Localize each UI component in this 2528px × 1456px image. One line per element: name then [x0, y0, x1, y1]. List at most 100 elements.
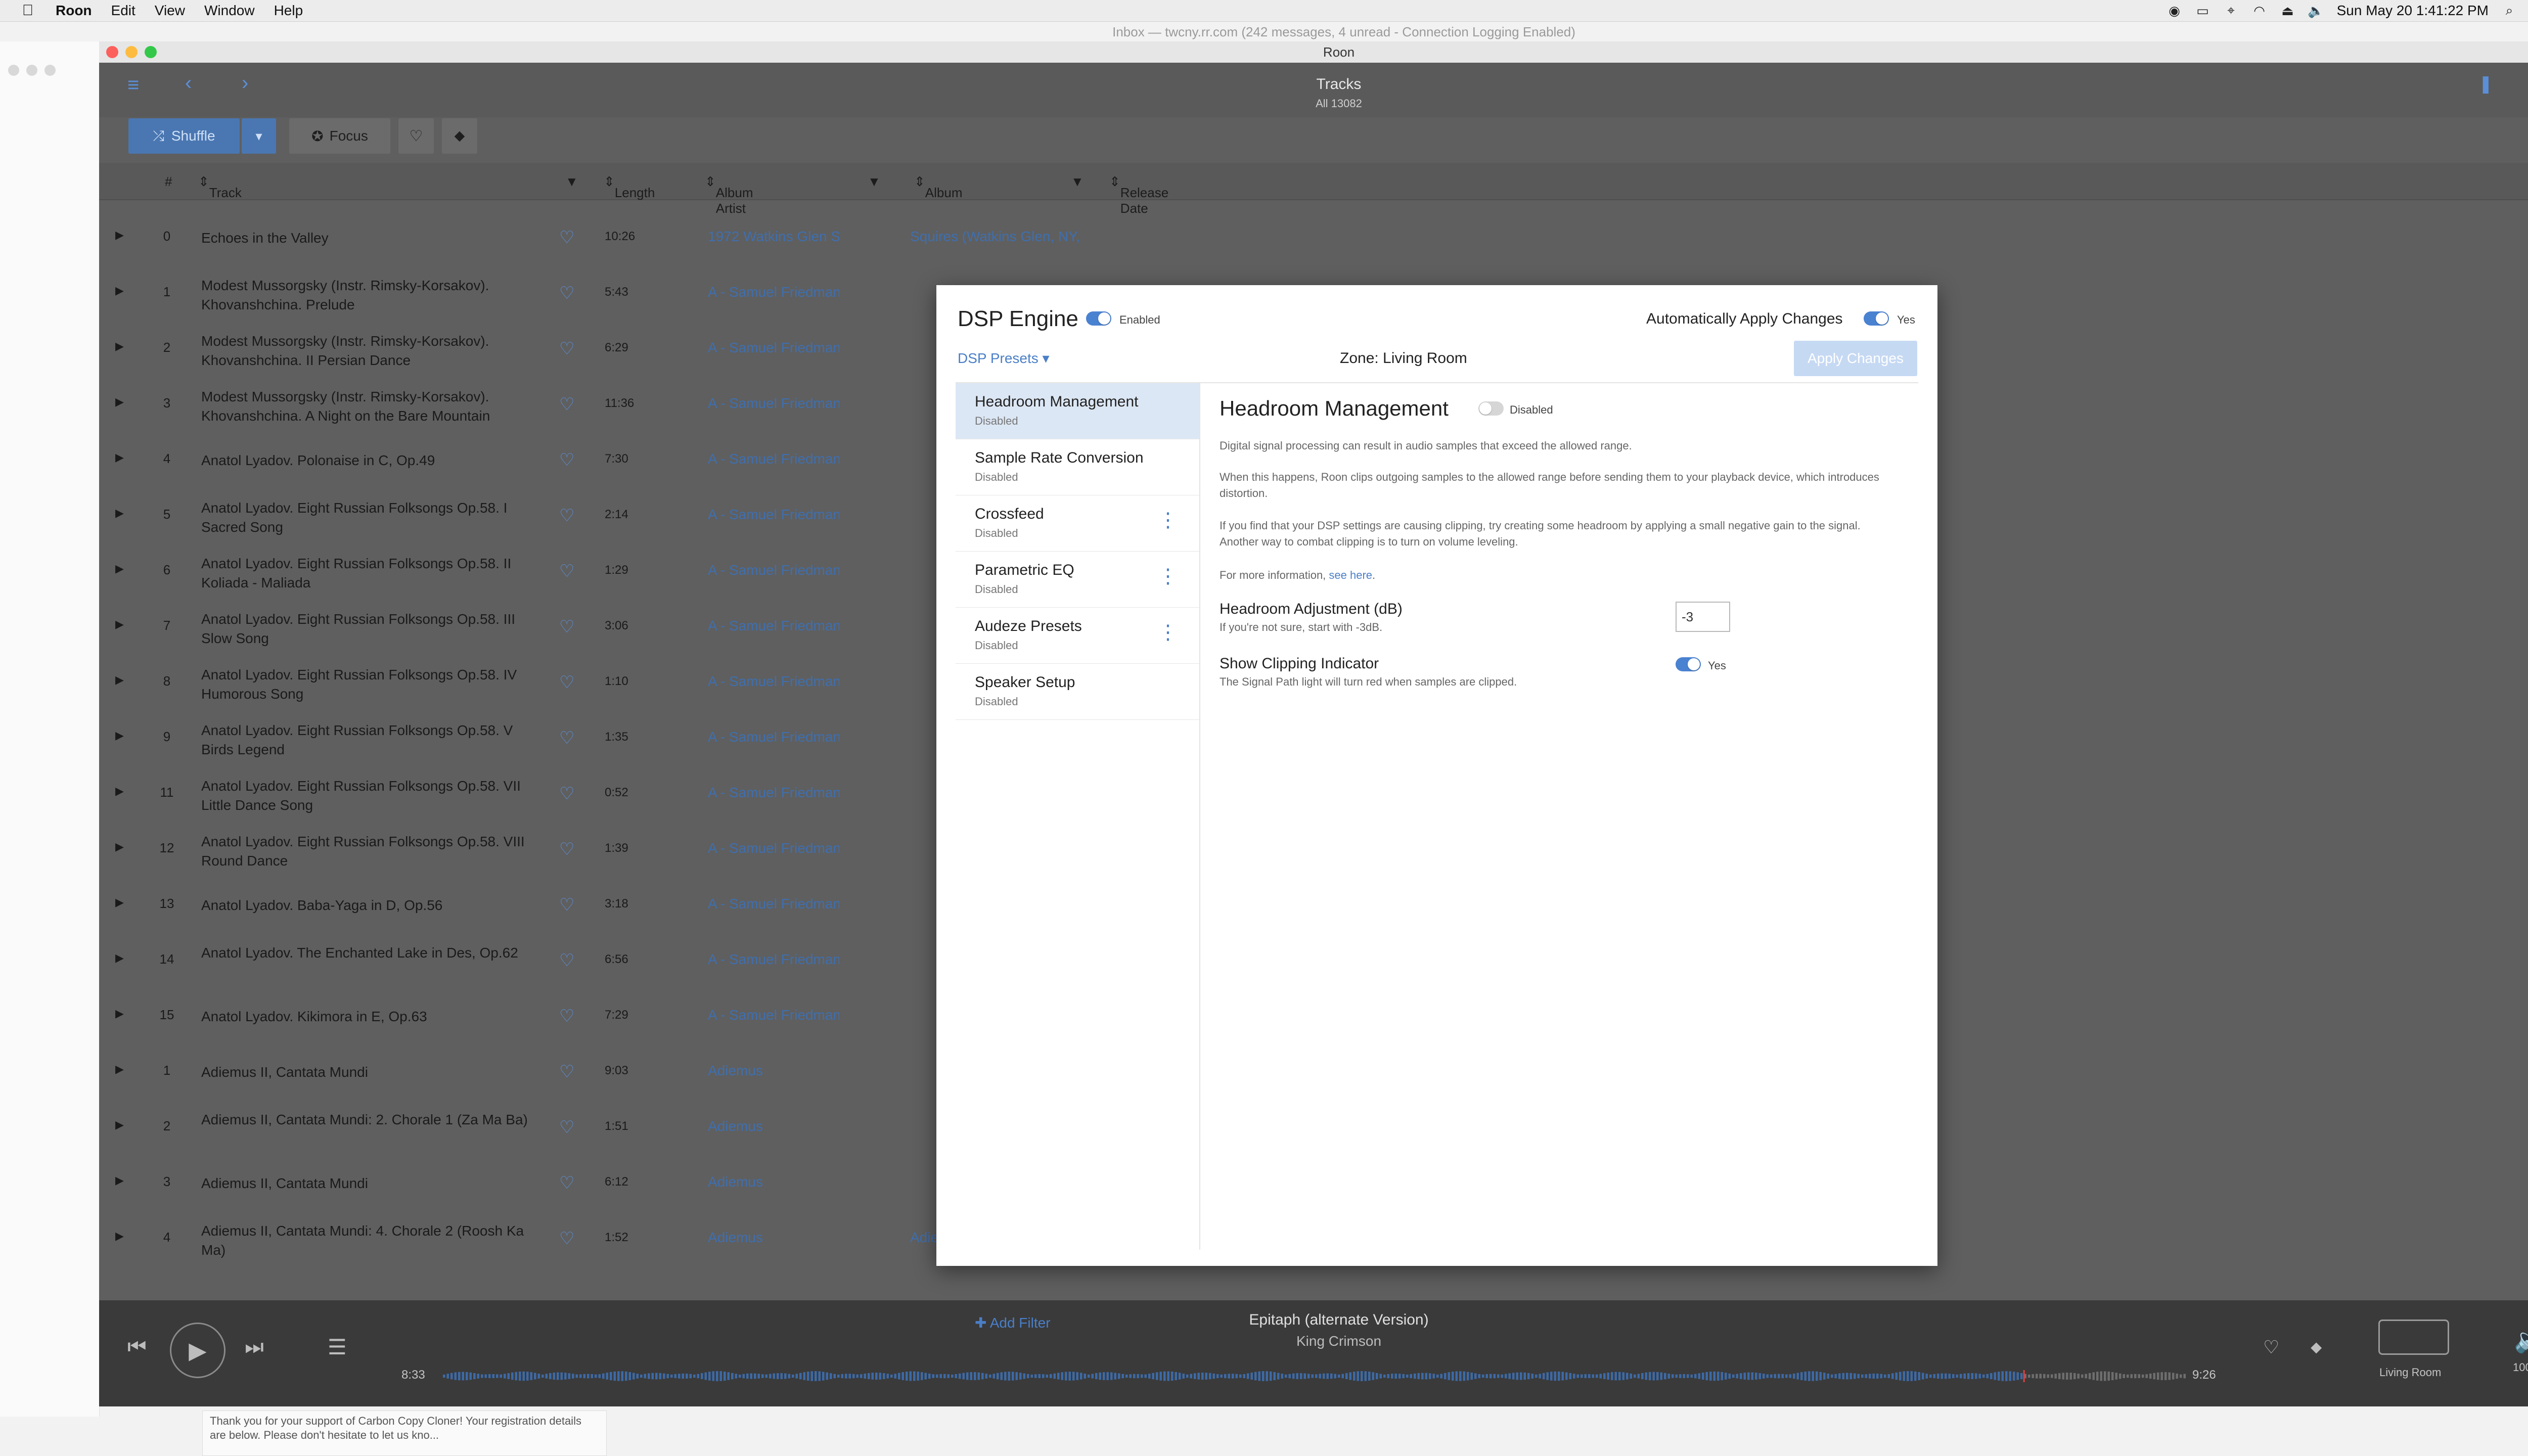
filter-item-sample-rate[interactable]: Sample Rate Conversion Disabled	[956, 439, 1199, 495]
dsp-presets-dropdown[interactable]: DSP Presets ▾	[958, 350, 1050, 367]
more-options-icon[interactable]: ⋮	[1158, 565, 1178, 588]
focus-button[interactable]: ✪ Focus	[289, 118, 390, 154]
volume-icon[interactable]: 🔈	[2308, 3, 2324, 18]
menubar-clock[interactable]: Sun May 20 1:41:22 PM	[2337, 3, 2489, 19]
col-album[interactable]: ⇕ Album	[914, 174, 963, 200]
album-artist-link[interactable]: A - Samuel Friedman	[708, 951, 839, 968]
heart-icon[interactable]: ♡	[559, 339, 574, 359]
more-options-icon[interactable]: ⋮	[1158, 509, 1178, 532]
play-track-icon[interactable]: ▶	[115, 1063, 124, 1076]
track-title[interactable]: Anatol Lyadov. Eight Russian Folksongs O…	[201, 554, 545, 593]
album-link[interactable]: Squires (Watkins Glen, NY,	[910, 229, 1080, 245]
queue-icon[interactable]: ☰	[328, 1335, 347, 1359]
menu-app[interactable]: Roon	[56, 3, 92, 19]
heart-icon[interactable]: ♡	[559, 450, 574, 470]
play-track-icon[interactable]: ▶	[115, 618, 124, 631]
play-track-icon[interactable]: ▶	[115, 1230, 124, 1243]
album-artist-link[interactable]: Adiemus	[708, 1174, 839, 1190]
track-title[interactable]: Adiemus II, Cantata Mundi	[201, 1063, 545, 1082]
menu-window[interactable]: Window	[204, 3, 255, 19]
menu-view[interactable]: View	[155, 3, 185, 19]
network-icon[interactable]: ⌖	[2224, 3, 2239, 18]
play-track-icon[interactable]: ▶	[115, 840, 124, 853]
mail-message-preview[interactable]: Thank you for your support of Carbon Cop…	[202, 1410, 607, 1456]
play-track-icon[interactable]: ▶	[115, 284, 124, 297]
heart-icon[interactable]: ♡	[559, 283, 574, 303]
heart-icon[interactable]: ♡	[2263, 1337, 2279, 1358]
album-artist-link[interactable]: A - Samuel Friedman	[708, 507, 839, 523]
play-track-icon[interactable]: ▶	[115, 673, 124, 687]
track-title[interactable]: Anatol Lyadov. Polonaise in C, Op.49	[201, 451, 545, 470]
play-track-icon[interactable]: ▶	[115, 562, 124, 575]
track-title[interactable]: Anatol Lyadov. Eight Russian Folksongs O…	[201, 721, 545, 759]
now-playing-title[interactable]: Epitaph (alternate Version)	[99, 1311, 2528, 1329]
track-title[interactable]: Adiemus II, Cantata Mundi: 4. Chorale 2 …	[201, 1221, 545, 1260]
heart-icon[interactable]: ♡	[559, 672, 574, 693]
album-artist-link[interactable]: A - Samuel Friedman	[708, 840, 839, 856]
album-artist-link[interactable]: A - Samuel Friedman	[708, 451, 839, 467]
album-artist-link[interactable]: A - Samuel Friedman	[708, 729, 839, 745]
see-here-link[interactable]: see here	[1329, 569, 1372, 581]
apply-changes-button[interactable]: Apply Changes	[1794, 341, 1917, 376]
play-track-icon[interactable]: ▶	[115, 451, 124, 464]
shuffle-button[interactable]: ⤮ Shuffle	[128, 118, 240, 154]
play-track-icon[interactable]: ▶	[115, 1007, 124, 1020]
album-artist-link[interactable]: A - Samuel Friedman	[708, 562, 839, 578]
album-artist-link[interactable]: 1972 Watkins Glen Squires	[708, 229, 839, 245]
tag-icon[interactable]: ⬥	[2311, 1338, 2322, 1357]
clipping-indicator-toggle[interactable]	[1676, 657, 1701, 671]
progress-waveform[interactable]	[443, 1370, 2187, 1382]
album-artist-link[interactable]: A - Samuel Friedman	[708, 785, 839, 801]
heart-icon[interactable]: ♡	[559, 839, 574, 859]
album-artist-link[interactable]: A - Samuel Friedman	[708, 1007, 839, 1023]
album-artist-link[interactable]: Adiemus	[708, 1230, 839, 1246]
play-track-icon[interactable]: ▶	[115, 395, 124, 408]
auto-apply-toggle[interactable]	[1864, 311, 1889, 326]
favorite-filter-button[interactable]: ♡	[398, 118, 434, 154]
col-album-artist[interactable]: ⇕ Album Artist	[705, 174, 753, 216]
heart-icon[interactable]: ♡	[559, 784, 574, 804]
track-title[interactable]: Anatol Lyadov. Eight Russian Folksongs O…	[201, 832, 545, 871]
heart-icon[interactable]: ♡	[559, 394, 574, 415]
filter-item-parametric-eq[interactable]: Parametric EQ Disabled ⋮	[956, 552, 1199, 608]
col-release-date[interactable]: ⇕ Release Date	[1109, 174, 1168, 216]
track-title[interactable]: Echoes in the Valley	[201, 229, 545, 248]
menu-help[interactable]: Help	[274, 3, 303, 19]
table-row[interactable]: ▶ 0 Echoes in the Valley ♡ 10:26 1972 Watkins…	[99, 208, 2528, 264]
menu-edit[interactable]: Edit	[111, 3, 136, 19]
minimize-button[interactable]	[125, 46, 138, 58]
ccc-icon[interactable]: ◉	[2167, 3, 2182, 18]
play-track-icon[interactable]: ▶	[115, 229, 124, 242]
track-title[interactable]: Anatol Lyadov. Kikimora in E, Op.63	[201, 1007, 545, 1026]
next-track-icon[interactable]: ⏭	[245, 1335, 264, 1359]
heart-icon[interactable]: ♡	[559, 1228, 574, 1249]
play-options-dropdown[interactable]: ▾	[242, 118, 276, 154]
track-title[interactable]: Anatol Lyadov. Baba-Yaga in D, Op.56	[201, 896, 545, 915]
add-filter-button[interactable]: ✚ Add Filter	[975, 1314, 1051, 1331]
headroom-adjustment-input[interactable]	[1676, 602, 1730, 632]
album-artist-link[interactable]: A - Samuel Friedman	[708, 395, 839, 412]
airplay-icon[interactable]: ▭	[2195, 3, 2210, 18]
filter-item-crossfeed[interactable]: Crossfeed Disabled ⋮	[956, 495, 1199, 552]
heart-icon[interactable]: ♡	[559, 1117, 574, 1138]
close-button[interactable]	[106, 46, 118, 58]
previous-track-icon[interactable]: ⏮	[127, 1335, 147, 1359]
track-title[interactable]: Anatol Lyadov. Eight Russian Folksongs O…	[201, 665, 545, 704]
play-track-icon[interactable]: ▶	[115, 785, 124, 798]
track-title[interactable]: Modest Mussorgsky (Instr. Rimsky-Korsako…	[201, 332, 545, 370]
filter-item-speaker-setup[interactable]: Speaker Setup Disabled	[956, 664, 1199, 720]
filter-icon[interactable]: ▼	[868, 174, 881, 190]
heart-icon[interactable]: ♡	[559, 895, 574, 915]
apple-icon[interactable]: 	[0, 2, 56, 19]
track-title[interactable]: Modest Mussorgsky (Instr. Rimsky-Korsako…	[201, 387, 545, 426]
filter-icon[interactable]: ▼	[565, 174, 578, 190]
track-title[interactable]: Anatol Lyadov. Eight Russian Folksongs O…	[201, 498, 545, 537]
heart-icon[interactable]: ♡	[559, 228, 574, 248]
play-track-icon[interactable]: ▶	[115, 1174, 124, 1187]
play-track-icon[interactable]: ▶	[115, 340, 124, 353]
track-title[interactable]: Modest Mussorgsky (Instr. Rimsky-Korsako…	[201, 276, 545, 314]
col-track[interactable]: ⇕ Track	[198, 174, 242, 200]
album-artist-link[interactable]: A - Samuel Friedman	[708, 284, 839, 300]
heart-icon[interactable]: ♡	[559, 1006, 574, 1026]
track-title[interactable]: Anatol Lyadov. Eight Russian Folksongs O…	[201, 610, 545, 648]
